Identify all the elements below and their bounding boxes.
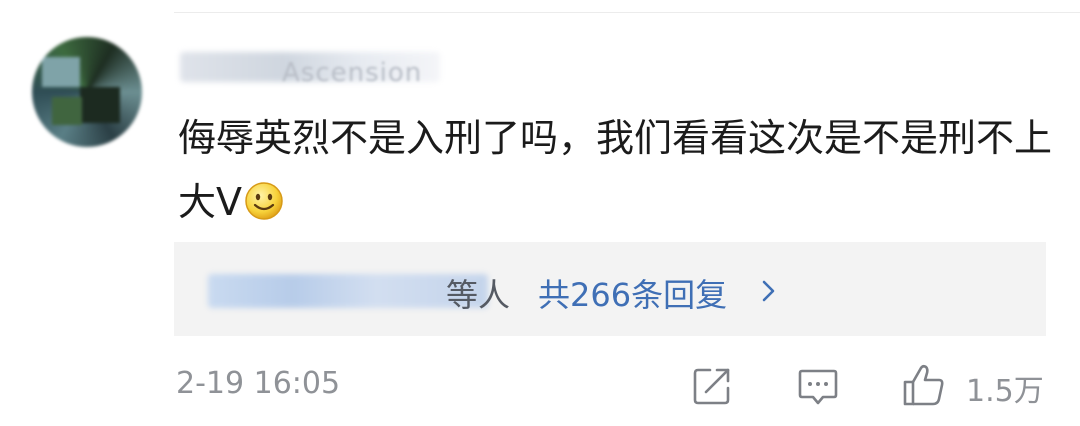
top-divider <box>174 12 1080 13</box>
reply-names-suffix: 等人 <box>446 276 511 314</box>
comment-timestamp: 2-19 16:05 <box>176 366 341 401</box>
chevron-right-icon <box>762 280 775 302</box>
like-icon[interactable] <box>900 361 948 409</box>
comment-icon[interactable] <box>796 366 840 408</box>
username[interactable]: Ascension <box>282 58 422 88</box>
smiley-emoji-icon <box>245 182 283 220</box>
avatar[interactable] <box>32 37 142 147</box>
share-icon[interactable] <box>690 364 734 408</box>
comment-text: 侮辱英烈不是入刑了吗，我们看看这次是不是刑不上大V <box>178 116 1053 224</box>
reply-summary[interactable]: 等人 共266条回复 <box>174 242 1046 336</box>
comment-body: 侮辱英烈不是入刑了吗，我们看看这次是不是刑不上大V <box>178 106 1058 234</box>
like-count: 1.5万 <box>966 374 1044 409</box>
reply-count-link[interactable]: 共266条回复 <box>538 270 727 316</box>
